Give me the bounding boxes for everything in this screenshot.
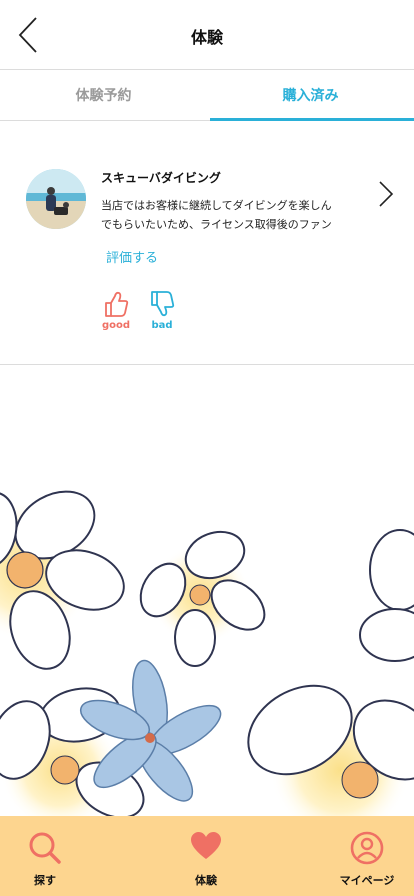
good-label: good — [101, 320, 131, 331]
bad-button[interactable]: bad — [142, 290, 182, 331]
nav-mypage-label: マイページ — [339, 874, 395, 887]
thumbs-down-icon — [151, 291, 175, 317]
experience-description: 当店ではお客様に継続してダイビングを楽しん でもらいたいため、ライセンス取得後の… — [101, 196, 359, 234]
floral-decoration — [0, 470, 414, 816]
tab-purchased[interactable]: 購入済み — [207, 71, 414, 121]
active-tab-indicator — [210, 118, 414, 121]
thumbs-up-icon — [105, 291, 129, 317]
purchased-experience-card[interactable]: スキューバダイビング 当店ではお客様に継続してダイビングを楽しん でもらいたいた… — [0, 122, 414, 365]
nav-experience-label: 体験 — [195, 874, 217, 887]
page-title: 体験 — [190, 28, 223, 47]
heart-icon — [191, 832, 221, 859]
shop-thumbnail — [26, 169, 86, 229]
nav-experience[interactable]: 体験 — [156, 816, 256, 896]
description-line-2: でもらいたいため、ライセンス取得後のファン — [101, 218, 332, 231]
description-line-1: 当店ではお客様に継続してダイビングを楽しん — [101, 199, 332, 212]
rate-link[interactable]: 評価する — [106, 247, 158, 266]
bad-label: bad — [151, 320, 173, 331]
user-circle-icon — [350, 831, 384, 865]
nav-search[interactable]: 探す — [0, 816, 95, 896]
shop-name: スキューバダイビング — [101, 171, 221, 185]
nav-search-label: 探す — [34, 874, 56, 887]
open-detail-button[interactable] — [374, 178, 396, 210]
nav-mypage[interactable]: マイページ — [317, 816, 414, 896]
tab-bar: 体験予約 購入済み — [0, 71, 414, 121]
app-header: 体験 — [0, 0, 414, 70]
search-icon — [29, 832, 61, 864]
tab-booking[interactable]: 体験予約 — [0, 71, 207, 121]
chevron-right-icon — [379, 181, 394, 207]
bottom-navigation: 探す 体験 マイページ — [0, 816, 414, 896]
good-button[interactable]: good — [96, 290, 136, 331]
